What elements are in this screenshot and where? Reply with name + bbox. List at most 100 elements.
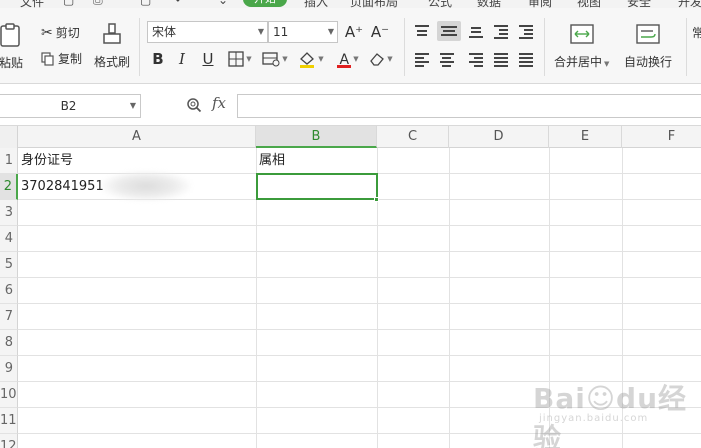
- format-painter-button[interactable]: 格式刷: [94, 22, 130, 70]
- name-box[interactable]: B2 ▼: [0, 94, 141, 118]
- row-header-6[interactable]: 6: [0, 278, 18, 304]
- menu-security[interactable]: 安全: [627, 0, 651, 8]
- cell-style-icon: [262, 52, 280, 67]
- row-header-1[interactable]: 1: [0, 148, 18, 174]
- menu-file[interactable]: 文件: [20, 0, 44, 8]
- wrap-text-icon: [636, 24, 660, 44]
- menu-home-tab[interactable]: 开始: [243, 0, 287, 7]
- menu-view[interactable]: 视图: [577, 0, 601, 8]
- merge-center-button[interactable]: 合并居中 ▼: [554, 22, 609, 70]
- paste-label: 粘贴: [0, 56, 23, 70]
- scissors-icon: ✂: [41, 24, 53, 41]
- chevron-down-icon: ▼: [353, 55, 359, 63]
- watermark-url: jingyan.baidu.com: [539, 413, 649, 424]
- chevron-down-icon: ▼: [318, 55, 324, 63]
- menu-formulas[interactable]: 公式: [428, 0, 452, 8]
- undo-icon[interactable]: ↶: [175, 0, 185, 7]
- active-cell-b2[interactable]: [256, 173, 378, 200]
- font-name-select[interactable]: 宋体 ▼: [147, 21, 268, 43]
- wrap-text-button[interactable]: 自动换行: [624, 22, 672, 70]
- fill-handle[interactable]: [374, 197, 379, 202]
- eraser-icon: [370, 53, 385, 66]
- gridline: [18, 303, 701, 304]
- align-bottom-button[interactable]: [466, 22, 486, 40]
- ribbon-toolbar: 粘贴 ✂ 剪切 复制 格式刷 宋体 ▼ 11 ▼ A⁺ A⁻ B I U ▼ ▼…: [0, 8, 701, 84]
- column-header-f[interactable]: F: [622, 126, 701, 148]
- cell-style-button[interactable]: ▼: [260, 49, 290, 69]
- column-header-e[interactable]: E: [549, 126, 622, 148]
- row-header-7[interactable]: 7: [0, 304, 18, 330]
- formula-input[interactable]: [237, 94, 701, 118]
- row-header-9[interactable]: 9: [0, 356, 18, 382]
- fill-color-bar: [300, 65, 315, 68]
- zoom-search-icon[interactable]: [186, 97, 202, 113]
- ribbon-separator: [686, 18, 687, 76]
- menu-review[interactable]: 审阅: [528, 0, 552, 8]
- copy-label: 复制: [58, 52, 83, 66]
- bold-button[interactable]: B: [150, 49, 166, 69]
- fill-color-button[interactable]: ▼: [296, 49, 326, 69]
- wrap-text-label: 自动换行: [624, 55, 673, 69]
- underline-button[interactable]: U: [200, 49, 216, 69]
- print-icon[interactable]: ⎙: [93, 0, 103, 8]
- cell-b1[interactable]: 属相: [256, 148, 377, 174]
- row-header-12[interactable]: 12: [0, 434, 18, 448]
- align-center-button[interactable]: [437, 50, 457, 68]
- font-color-button[interactable]: A ▼: [334, 49, 362, 69]
- chevron-down-icon: ▼: [604, 60, 610, 68]
- column-header-c[interactable]: C: [377, 126, 449, 148]
- align-right-button[interactable]: [466, 50, 486, 68]
- fill-bucket-icon: [300, 52, 315, 68]
- insert-function-button[interactable]: fx: [212, 94, 226, 112]
- gridline: [18, 355, 701, 356]
- column-header-b[interactable]: B: [256, 126, 377, 148]
- borders-button[interactable]: ▼: [226, 49, 254, 69]
- increase-indent-button[interactable]: [516, 22, 536, 40]
- distributed-align-button[interactable]: [516, 50, 536, 68]
- align-left-button[interactable]: [412, 50, 432, 68]
- save-icon[interactable]: ▢: [63, 0, 74, 7]
- menu-data[interactable]: 数据: [477, 0, 501, 8]
- row-header-3[interactable]: 3: [0, 200, 18, 226]
- menu-insert[interactable]: 插入: [304, 0, 328, 8]
- chevron-down-icon: ▼: [282, 55, 288, 63]
- gridline: [18, 329, 701, 330]
- row-header-2[interactable]: 2: [0, 174, 18, 200]
- preview-icon[interactable]: ▢: [140, 0, 151, 7]
- row-header-5[interactable]: 5: [0, 252, 18, 278]
- format-painter-icon: [103, 23, 121, 44]
- cut-label: 剪切: [55, 26, 80, 40]
- gridline: [449, 148, 450, 448]
- increase-font-button[interactable]: A⁺: [344, 22, 364, 42]
- paste-button[interactable]: 粘贴: [0, 22, 24, 71]
- merge-cells-icon: [570, 24, 594, 44]
- decrease-font-button[interactable]: A⁻: [370, 22, 390, 42]
- decrease-indent-button[interactable]: [491, 22, 511, 40]
- copy-button[interactable]: 复制: [41, 50, 82, 67]
- menu-developer[interactable]: 开发: [678, 0, 701, 8]
- menu-page-layout[interactable]: 页面布局: [350, 0, 398, 8]
- column-header-a[interactable]: A: [18, 126, 256, 148]
- quick-access-dropdown-icon[interactable]: ⌄: [218, 0, 228, 7]
- clear-button[interactable]: ▼: [368, 49, 394, 69]
- ribbon-separator: [404, 18, 405, 76]
- select-all-corner[interactable]: [0, 126, 18, 148]
- row-header-8[interactable]: 8: [0, 330, 18, 356]
- cut-button[interactable]: ✂ 剪切: [41, 24, 80, 41]
- font-size-select[interactable]: 11 ▼: [268, 21, 338, 43]
- redacted-blur: [101, 171, 191, 201]
- align-top-button[interactable]: [412, 22, 432, 40]
- row-header-4[interactable]: 4: [0, 226, 18, 252]
- row-header-11[interactable]: 11: [0, 408, 18, 434]
- align-middle-button[interactable]: [437, 21, 461, 41]
- row-header-10[interactable]: 10: [0, 382, 18, 408]
- chevron-down-icon: ▼: [257, 27, 264, 36]
- formula-bar: B2 ▼ fx: [0, 84, 701, 126]
- chevron-down-icon: ▼: [246, 55, 252, 63]
- italic-button[interactable]: I: [174, 49, 190, 69]
- name-box-value: B2: [60, 99, 77, 113]
- gridline: [18, 277, 701, 278]
- number-format-select[interactable]: 常: [692, 24, 701, 41]
- justify-button[interactable]: [491, 50, 511, 68]
- column-header-d[interactable]: D: [449, 126, 549, 148]
